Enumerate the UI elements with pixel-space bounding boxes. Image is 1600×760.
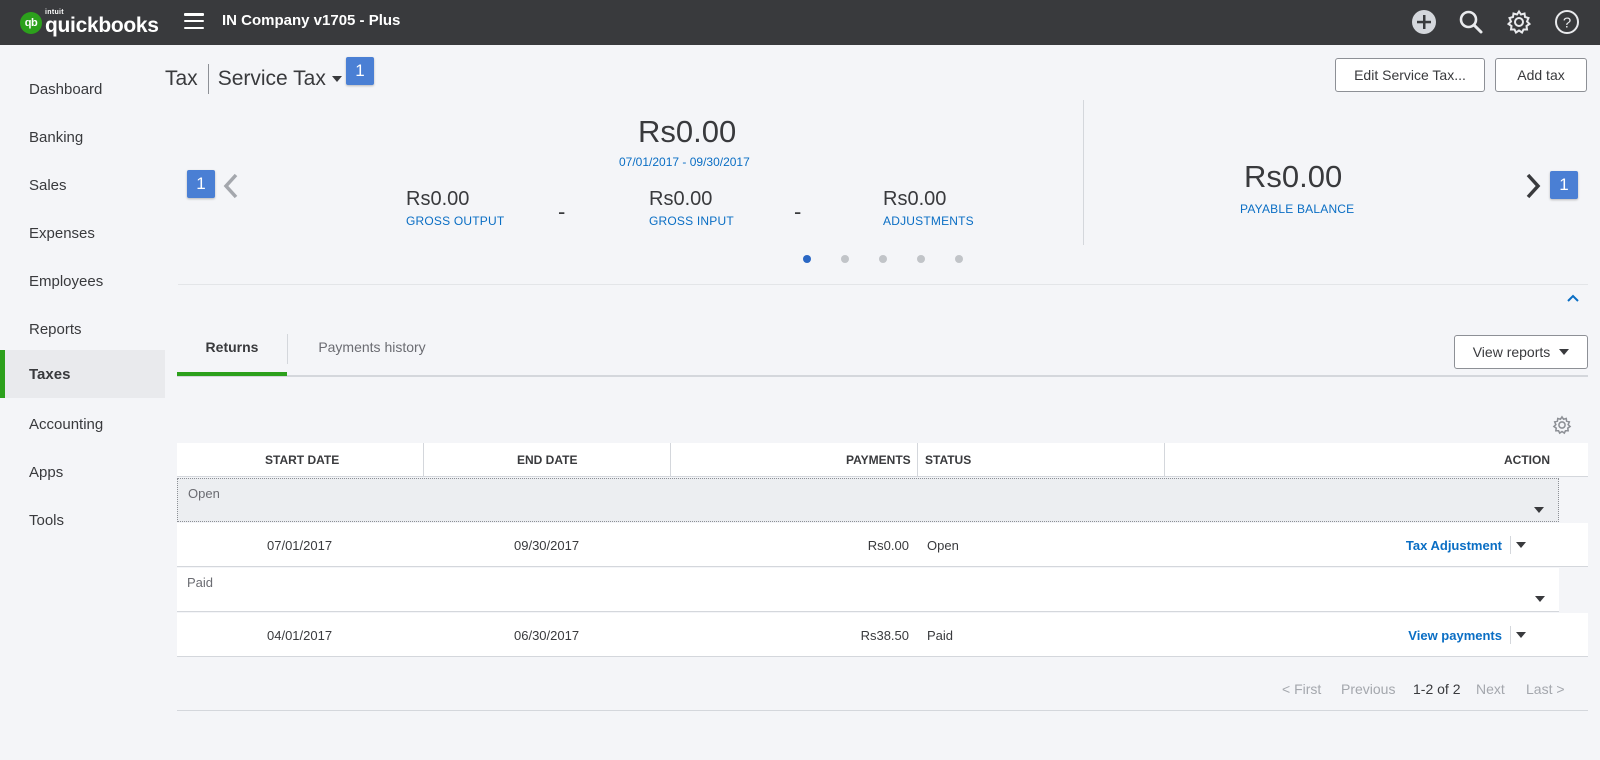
cell-end-date: 09/30/2017	[514, 537, 580, 553]
payable-balance-link[interactable]: PAYABLE BALANCE	[1240, 202, 1354, 216]
header-action: ACTION	[1504, 453, 1550, 467]
quickbooks-logo[interactable]: qb intuit quickbooks	[20, 9, 159, 36]
tax-adjustment-link[interactable]: Tax Adjustment	[1347, 523, 1502, 567]
chevron-down-icon[interactable]	[1535, 596, 1545, 602]
cell-status: Paid	[927, 627, 954, 643]
chevron-right-icon[interactable]	[1524, 172, 1542, 205]
hamburger-menu-icon[interactable]	[184, 13, 204, 29]
pager-first[interactable]: < First	[1282, 681, 1321, 697]
chevron-down-icon[interactable]	[1534, 507, 1544, 513]
svg-text:?: ?	[1563, 15, 1571, 32]
add-tax-button[interactable]: Add tax	[1495, 58, 1587, 92]
minus-sign: -	[794, 199, 802, 224]
help-icon[interactable]: ?	[1552, 7, 1582, 37]
period-range-link[interactable]: 07/01/2017 - 09/30/2017	[619, 155, 750, 169]
carousel-dot-1[interactable]	[803, 255, 811, 263]
view-reports-label: View reports	[1472, 344, 1551, 360]
header-start-date[interactable]: START DATE	[265, 443, 339, 477]
tax-agency-label: Service Tax	[217, 67, 326, 90]
sidebar-item-reports[interactable]: Reports	[0, 305, 165, 353]
cell-start-date: 07/01/2017	[267, 537, 333, 553]
edit-service-tax-button[interactable]: Edit Service Tax...	[1335, 58, 1485, 92]
gross-input-link[interactable]: GROSS INPUT	[649, 214, 734, 228]
header-end-date[interactable]: END DATE	[517, 443, 577, 477]
minus-sign: -	[558, 199, 566, 224]
sidebar-item-tools[interactable]: Tools	[0, 496, 165, 544]
title-divider	[207, 64, 209, 94]
quickbooks-wordmark: quickbooks	[45, 14, 159, 37]
chevron-down-icon	[331, 76, 342, 83]
group-label: Paid	[187, 575, 214, 590]
tab-payments-history[interactable]: Payments history	[297, 332, 447, 376]
action-menu-chevron-icon[interactable]	[1516, 632, 1526, 638]
company-name: IN Company v1705 - Plus	[222, 12, 401, 29]
sidebar-item-apps[interactable]: Apps	[0, 448, 165, 496]
cell-start-date: 04/01/2017	[267, 627, 333, 643]
view-reports-button[interactable]: View reports	[1454, 335, 1588, 369]
adjustments-amount: Rs0.00	[883, 188, 947, 210]
summary-divider	[1083, 100, 1084, 245]
cell-end-date: 06/30/2017	[514, 627, 580, 643]
group-label: Open	[188, 486, 220, 501]
adjustments-link[interactable]: ADJUSTMENTS	[883, 214, 974, 228]
chevron-down-icon	[1559, 349, 1570, 355]
gross-output-link[interactable]: GROSS OUTPUT	[406, 214, 504, 228]
page-title: Tax Service Tax	[165, 64, 342, 94]
tabs-baseline	[177, 375, 1588, 377]
cell-payments: Rs0.00	[867, 537, 909, 553]
carousel-dot-3[interactable]	[879, 255, 887, 263]
table-header: START DATE END DATE PAYMENTS STATUS ACTI…	[177, 443, 1588, 477]
pager-last[interactable]: Last >	[1526, 681, 1565, 697]
chevron-left-icon[interactable]	[222, 172, 240, 205]
cell-status: Open	[927, 537, 959, 553]
carousel-dot-5[interactable]	[955, 255, 963, 263]
gear-icon[interactable]	[1504, 7, 1534, 37]
pager-previous[interactable]: Previous	[1341, 681, 1395, 697]
next-badge: 1	[1550, 171, 1578, 199]
gross-input-amount: Rs0.00	[649, 188, 713, 210]
view-payments-link[interactable]: View payments	[1347, 613, 1502, 657]
sidebar-item-taxes[interactable]: Taxes	[0, 350, 165, 398]
plus-circle-icon[interactable]	[1409, 7, 1439, 37]
payable-balance-amount: Rs0.00	[1244, 159, 1343, 194]
period-total-amount: Rs0.00	[638, 114, 737, 149]
prev-badge: 1	[187, 170, 215, 198]
sidebar-item-accounting[interactable]: Accounting	[0, 400, 165, 448]
carousel-dot-4[interactable]	[917, 255, 925, 263]
pager-next[interactable]: Next	[1476, 681, 1505, 697]
summary-bottom-divider	[178, 284, 1588, 285]
sidebar-nav: Dashboard Banking Sales Expenses Employe…	[0, 45, 165, 760]
tax-agency-dropdown[interactable]: Service Tax	[218, 67, 342, 91]
page-title-text: Tax	[165, 67, 198, 90]
sidebar-item-sales[interactable]: Sales	[0, 161, 165, 209]
sidebar-item-employees[interactable]: Employees	[0, 257, 165, 305]
carousel-dot-2[interactable]	[841, 255, 849, 263]
tab-divider	[287, 334, 288, 364]
sidebar-item-expenses[interactable]: Expenses	[0, 209, 165, 257]
group-row-open[interactable]: Open	[177, 478, 1559, 522]
table-row: 04/01/2017 06/30/2017 Rs38.50 Paid View …	[177, 613, 1588, 657]
count-badge: 1	[346, 57, 374, 85]
search-icon[interactable]	[1456, 7, 1486, 37]
sidebar-item-banking[interactable]: Banking	[0, 113, 165, 161]
table-row: 07/01/2017 09/30/2017 Rs0.00 Open Tax Ad…	[177, 523, 1588, 567]
top-bar: qb intuit quickbooks IN Company v1705 - …	[0, 0, 1600, 45]
table-settings-gear-icon[interactable]	[1552, 415, 1572, 440]
pager-range: 1-2 of 2	[1413, 681, 1461, 697]
gross-output-amount: Rs0.00	[406, 188, 470, 210]
sidebar-item-dashboard[interactable]: Dashboard	[0, 65, 165, 113]
header-payments[interactable]: PAYMENTS	[846, 443, 911, 477]
header-status[interactable]: STATUS	[925, 443, 971, 477]
collapse-chevron-up-icon[interactable]	[1566, 290, 1580, 308]
action-menu-chevron-icon[interactable]	[1516, 542, 1526, 548]
qb-logo-icon: qb	[20, 11, 42, 34]
active-tab-indicator	[177, 372, 287, 376]
tab-returns[interactable]: Returns	[177, 332, 287, 376]
bottom-divider	[177, 710, 1588, 711]
cell-payments: Rs38.50	[860, 627, 909, 643]
group-row-paid[interactable]: Paid	[177, 568, 1559, 612]
